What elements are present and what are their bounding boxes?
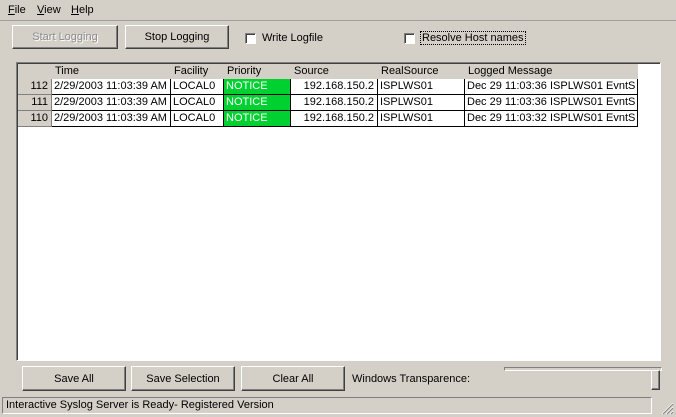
cell-realsource[interactable]: ISPLWS01 xyxy=(378,79,465,95)
column-header-logged-message[interactable]: Logged Message xyxy=(465,64,638,79)
column-header-realsource[interactable]: RealSource xyxy=(378,64,465,79)
cell-priority[interactable]: NOTICE xyxy=(224,95,291,111)
save-all-button[interactable]: Save All xyxy=(22,366,126,391)
row-number: 112 xyxy=(18,79,52,95)
cell-logged-message[interactable]: Dec 29 11:03:36 ISPLWS01 EvntS xyxy=(465,95,638,111)
cell-source[interactable]: 192.168.150.2 xyxy=(291,95,378,111)
transparence-slider[interactable] xyxy=(502,364,668,394)
cell-realsource[interactable]: ISPLWS01 xyxy=(378,95,465,111)
write-logfile-checkbox[interactable]: Write Logfile xyxy=(245,32,323,44)
menu-file[interactable]: File xyxy=(8,4,26,16)
resolve-host-names-checkbox[interactable]: Resolve Host names xyxy=(404,31,526,45)
header-corner xyxy=(18,64,52,79)
status-bar: Interactive Syslog Server is Ready- Regi… xyxy=(2,397,652,414)
menu-bar: File View Help xyxy=(0,0,676,21)
table-row[interactable]: 111 2/29/2003 11:03:39 AM LOCAL0 NOTICE … xyxy=(18,95,638,111)
transparence-label: Windows Transparence: xyxy=(352,373,470,385)
cell-logged-message[interactable]: Dec 29 11:03:32 ISPLWS01 EvntS xyxy=(465,111,638,127)
cell-source[interactable]: 192.168.150.2 xyxy=(291,79,378,95)
cell-priority[interactable]: NOTICE xyxy=(224,79,291,95)
menu-view[interactable]: View xyxy=(37,4,61,16)
write-logfile-label: Write Logfile xyxy=(262,32,323,44)
column-header-priority[interactable]: Priority xyxy=(224,64,291,79)
grid-header: Time Facility Priority Source RealSource… xyxy=(18,64,638,79)
cell-source[interactable]: 192.168.150.2 xyxy=(291,111,378,127)
resize-grip-icon[interactable] xyxy=(660,401,674,415)
cell-logged-message[interactable]: Dec 29 11:03:36 ISPLWS01 EvntS xyxy=(465,79,638,95)
row-number: 111 xyxy=(18,95,52,111)
table-row[interactable]: 112 2/29/2003 11:03:39 AM LOCAL0 NOTICE … xyxy=(18,79,638,95)
save-selection-button[interactable]: Save Selection xyxy=(131,366,235,391)
cell-facility[interactable]: LOCAL0 xyxy=(171,95,224,111)
stop-logging-button[interactable]: Stop Logging xyxy=(125,25,229,49)
column-header-source[interactable]: Source xyxy=(291,64,378,79)
cell-facility[interactable]: LOCAL0 xyxy=(171,79,224,95)
status-text: Interactive Syslog Server is Ready- Regi… xyxy=(6,399,274,411)
checkbox-box[interactable] xyxy=(404,32,415,44)
cell-priority[interactable]: NOTICE xyxy=(224,111,291,127)
column-header-time[interactable]: Time xyxy=(52,64,171,79)
start-logging-button[interactable]: Start Logging xyxy=(12,25,118,49)
log-grid[interactable]: Time Facility Priority Source RealSource… xyxy=(16,62,661,361)
clear-all-button[interactable]: Clear All xyxy=(241,366,345,391)
cell-time[interactable]: 2/29/2003 11:03:39 AM xyxy=(52,95,171,111)
checkbox-box[interactable] xyxy=(245,32,256,44)
cell-realsource[interactable]: ISPLWS01 xyxy=(378,111,465,127)
cell-facility[interactable]: LOCAL0 xyxy=(171,111,224,127)
menu-help[interactable]: Help xyxy=(71,4,94,16)
cell-time[interactable]: 2/29/2003 11:03:39 AM xyxy=(52,111,171,127)
table-row[interactable]: 110 2/29/2003 11:03:39 AM LOCAL0 NOTICE … xyxy=(18,111,638,127)
cell-time[interactable]: 2/29/2003 11:03:39 AM xyxy=(52,79,171,95)
slider-thumb[interactable] xyxy=(651,370,660,390)
column-header-facility[interactable]: Facility xyxy=(171,64,224,79)
resolve-host-names-label: Resolve Host names xyxy=(420,31,526,45)
row-number: 110 xyxy=(18,111,52,127)
slider-track[interactable] xyxy=(504,367,662,371)
